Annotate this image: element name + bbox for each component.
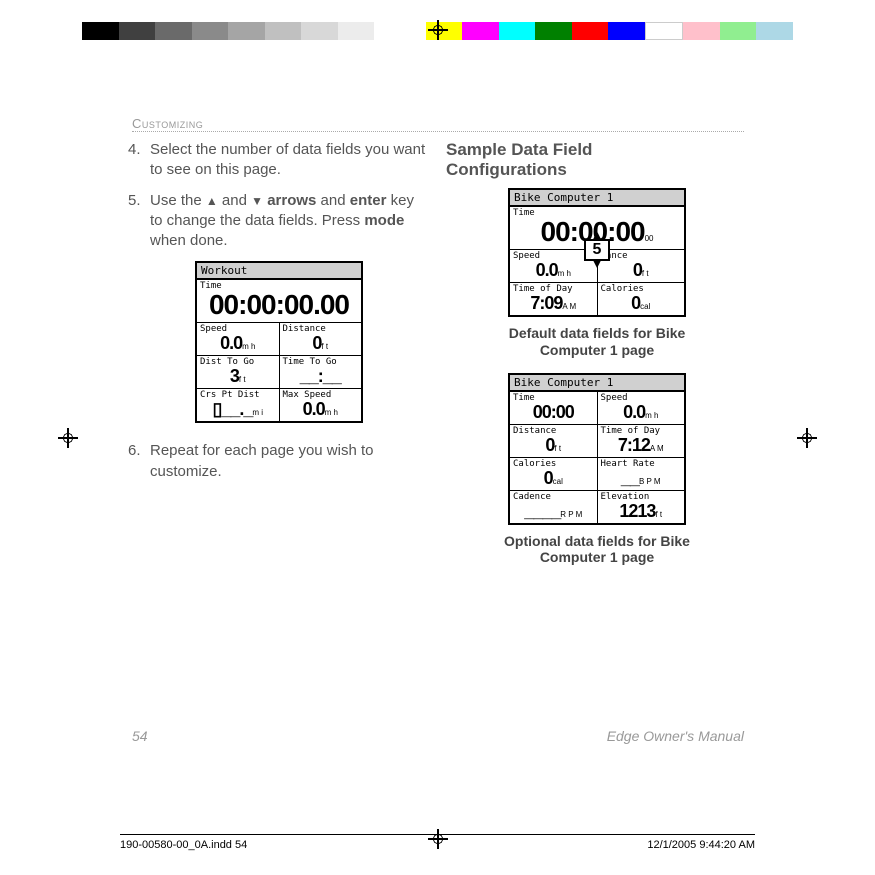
manual-title: Edge Owner's Manual <box>607 728 744 744</box>
lcd-bike-computer-default: Bike Computer 1 Time 00:00:0000 Speed 0.… <box>508 188 686 317</box>
field-value: 00:00 <box>513 403 594 421</box>
registration-mark-icon <box>797 428 817 448</box>
step-number: 6. <box>128 441 150 482</box>
field-value: 0f t <box>601 261 682 279</box>
steps-list-continued: 6. Repeat for each page you wish to cust… <box>128 441 430 482</box>
caption-optional: Optional data fields for BikeComputer 1 … <box>446 533 748 567</box>
field-value: 0.0m h <box>200 334 276 352</box>
steps-list: 4. Select the number of data fields you … <box>128 140 430 251</box>
page-footer: 54 Edge Owner's Manual <box>132 728 744 744</box>
step-4: 4. Select the number of data fields you … <box>128 140 430 181</box>
lcd-title: Bike Computer 1 <box>510 190 684 206</box>
step-number: 5. <box>128 191 150 252</box>
field-label: Calories <box>601 284 682 294</box>
field-value: 0f t <box>513 436 594 454</box>
field-value: 7:12A M <box>601 436 682 454</box>
chevron-down-icon: ▼ <box>584 261 610 268</box>
field-count-selector: ▲ 5 ▼ <box>584 232 610 267</box>
step-number: 4. <box>128 140 150 181</box>
field-value: 0.0m h <box>283 400 359 418</box>
registration-mark-icon <box>428 20 448 40</box>
right-heading: Sample Data FieldConfigurations <box>446 140 748 180</box>
field-value: 3f t <box>200 367 276 385</box>
field-value: 00:00:00.00 <box>200 291 358 319</box>
field-value: 0.0m h <box>601 403 682 421</box>
section-header: Customizing <box>132 116 744 132</box>
lcd-title: Bike Computer 1 <box>510 375 684 391</box>
field-value: 1213f t <box>601 502 682 520</box>
slug-file: 190-00580-00_0A.indd 54 <box>120 839 247 851</box>
down-arrow-icon: ▼ <box>251 193 263 209</box>
field-value: 0f t <box>283 334 359 352</box>
step-text: Use the ▲ and ▼ arrows and enter key to … <box>150 191 430 252</box>
up-arrow-icon: ▲ <box>206 193 218 209</box>
field-value: __:__ <box>283 367 359 385</box>
field-value: 7:09A M <box>513 294 594 312</box>
page-number: 54 <box>132 728 148 744</box>
lcd-bike-computer-optional: Bike Computer 1 Time 00:00 Speed 0.0m h … <box>508 373 686 525</box>
step-text: Select the number of data fields you wan… <box>150 140 430 181</box>
field-label: Heart Rate <box>601 459 682 469</box>
field-value: ____R P M <box>513 502 594 520</box>
lcd-title: Workout <box>197 263 361 279</box>
field-label: Calories <box>513 459 594 469</box>
page-content: Customizing 4. Select the number of data… <box>120 110 756 750</box>
caption-default: Default data fields for BikeComputer 1 p… <box>446 325 748 359</box>
step-text: Repeat for each page you wish to customi… <box>150 441 430 482</box>
lcd-workout: Workout Time 00:00:00.00 Speed 0.0m h Di… <box>195 261 363 423</box>
flag-icon: ▯ <box>212 399 221 419</box>
slug-timestamp: 12/1/2005 9:44:20 AM <box>647 839 755 851</box>
field-value: __B P M <box>601 469 682 487</box>
left-column: 4. Select the number of data fields you … <box>128 140 430 580</box>
print-slug: 190-00580-00_0A.indd 54 12/1/2005 9:44:2… <box>120 834 755 851</box>
field-value: 0cal <box>513 469 594 487</box>
registration-mark-icon <box>58 428 78 448</box>
step-5: 5. Use the ▲ and ▼ arrows and enter key … <box>128 191 430 252</box>
step-6: 6. Repeat for each page you wish to cust… <box>128 441 430 482</box>
field-value: ▯__._m i <box>200 400 276 418</box>
field-value: 0.0m h <box>513 261 594 279</box>
right-column: Sample Data FieldConfigurations Bike Com… <box>446 140 748 580</box>
field-value: 0cal <box>601 294 682 312</box>
